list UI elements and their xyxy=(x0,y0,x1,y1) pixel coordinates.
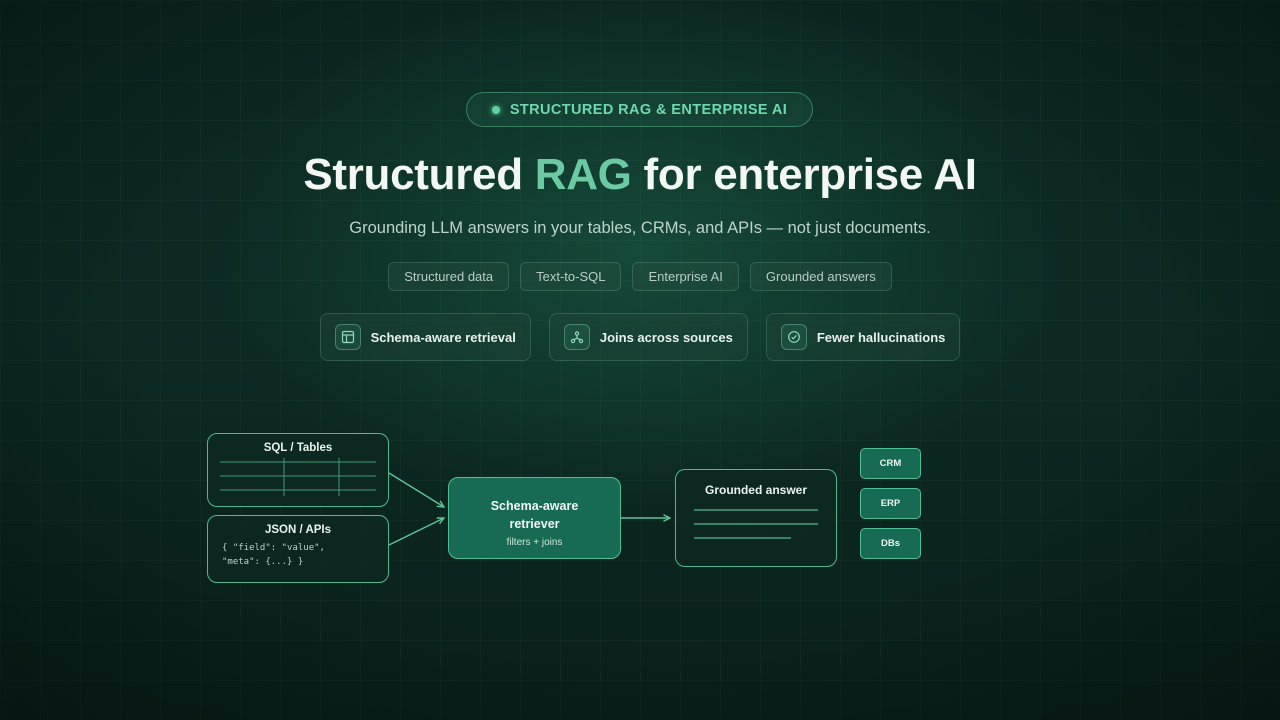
answer-text-lines-icon xyxy=(693,508,818,539)
arrow-sql-to-retriever xyxy=(388,472,444,507)
sql-tables-box: SQL / Tables xyxy=(207,433,389,507)
json-apis-title: JSON / APIs xyxy=(264,524,332,536)
source-pill-crm: CRM xyxy=(860,448,921,479)
source-pill-dbs: DBs xyxy=(860,528,921,559)
retriever-title-line: Schema-aware xyxy=(490,499,579,513)
table-grid-icon xyxy=(219,457,376,496)
schema-aware-retriever-box: Schema-aware retriever filters + joins xyxy=(448,477,621,559)
json-code-line: "meta": {...} } xyxy=(222,557,304,567)
architecture-diagram: SQL / Tables JSON / APIs { "field": "val… xyxy=(0,0,1280,720)
retriever-title-line: retriever xyxy=(509,517,560,531)
retriever-subtitle: filters + joins xyxy=(506,537,563,548)
json-code-line: { "field": "value", xyxy=(222,543,325,553)
source-pill-erp: ERP xyxy=(860,488,921,519)
grounded-answer-box: Grounded answer xyxy=(675,469,837,567)
diagram-connectors xyxy=(388,472,1280,546)
json-apis-box: JSON / APIs { "field": "value", "meta": … xyxy=(207,515,389,583)
retriever-title: Schema-aware retriever xyxy=(449,497,620,533)
arrow-json-to-retriever xyxy=(388,518,444,546)
